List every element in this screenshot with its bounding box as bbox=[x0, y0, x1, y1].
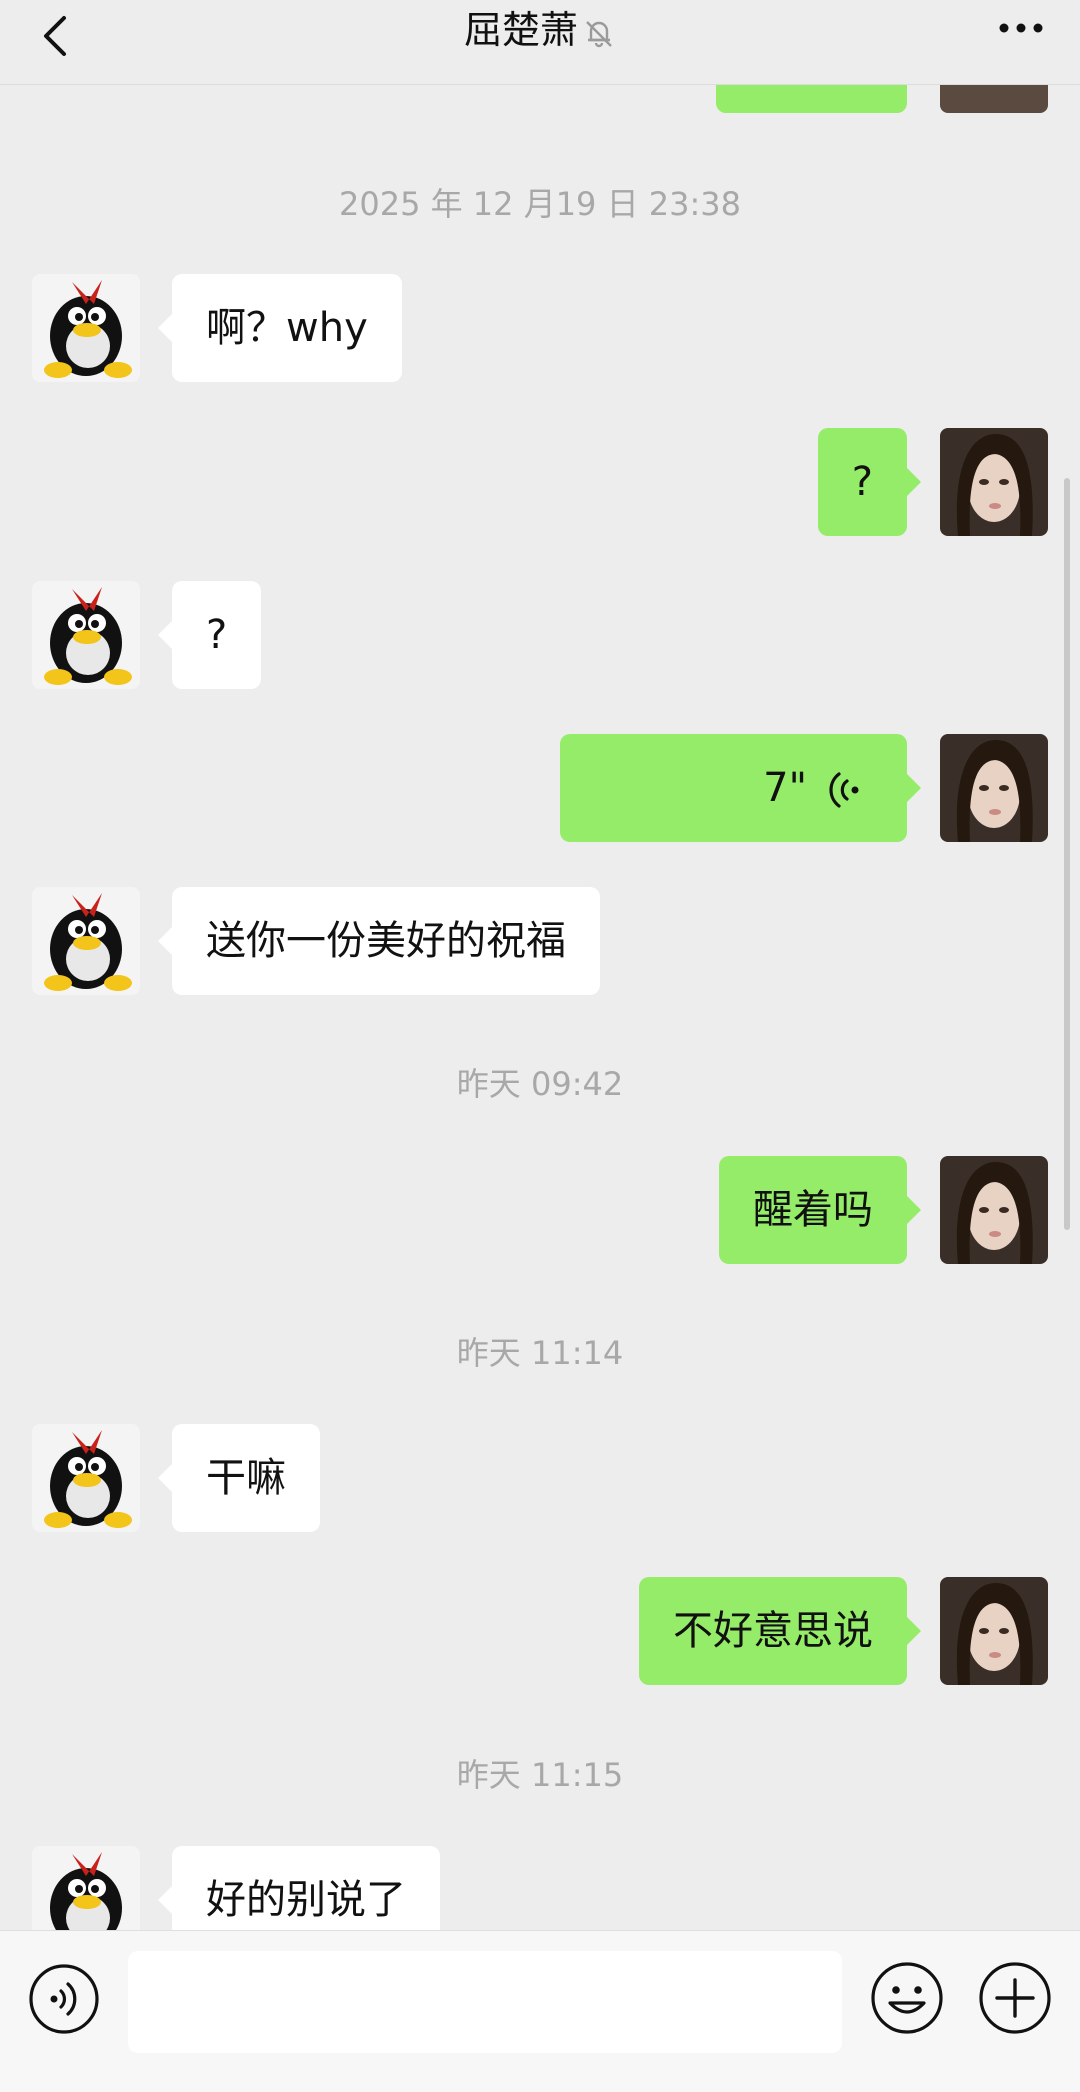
message-row-outgoing: ? bbox=[0, 428, 1080, 536]
self-avatar[interactable] bbox=[940, 734, 1048, 842]
self-avatar[interactable] bbox=[940, 1156, 1048, 1264]
self-avatar[interactable] bbox=[940, 428, 1048, 536]
timestamp: 昨天 11:15 bbox=[456, 1756, 624, 1794]
incoming-bubble[interactable]: 啊？why bbox=[158, 274, 402, 382]
outgoing-bubble[interactable]: ? bbox=[817, 428, 922, 536]
penguin-icon bbox=[32, 887, 140, 995]
timestamp: 2025 年 12 月19 日 23:38 bbox=[339, 185, 741, 223]
plus-icon[interactable] bbox=[978, 1961, 1052, 2035]
message-row-incoming: 干嘛 bbox=[0, 1424, 1080, 1532]
outgoing-bubble[interactable]: 醒着吗 bbox=[719, 1156, 921, 1264]
voice-input-icon[interactable] bbox=[28, 1963, 100, 2035]
incoming-bubble[interactable]: 送你一份美好的祝福 bbox=[158, 887, 600, 995]
input-bar bbox=[0, 1930, 1080, 2092]
contact-avatar[interactable] bbox=[32, 1846, 140, 1930]
message-row-incoming: 啊？why bbox=[0, 274, 1080, 382]
portrait-icon bbox=[940, 1156, 1048, 1264]
penguin-icon bbox=[32, 1424, 140, 1532]
voice-duration: 7" bbox=[763, 765, 807, 811]
message-row-outgoing: 不好意思说 bbox=[0, 1577, 1080, 1685]
message-row-incoming: 送你一份美好的祝福 bbox=[0, 887, 1080, 995]
penguin-icon bbox=[32, 581, 140, 689]
message-row-incoming: ? bbox=[0, 581, 1080, 689]
portrait-icon bbox=[940, 1577, 1048, 1685]
voice-message-bubble[interactable]: 7" bbox=[560, 734, 921, 842]
outgoing-bubble[interactable]: 不好意思说 bbox=[639, 1577, 921, 1685]
chat-title-wrap: 屈楚萧 bbox=[0, 6, 1080, 54]
portrait-icon bbox=[940, 428, 1048, 536]
chat-header: 屈楚萧 bbox=[0, 0, 1080, 85]
bell-off-icon bbox=[586, 20, 612, 47]
chat-title: 屈楚萧 bbox=[463, 8, 578, 52]
message-row-outgoing: 醒着吗 bbox=[0, 1156, 1080, 1264]
message-row-outgoing-voice: 7" bbox=[0, 734, 1080, 842]
contact-avatar[interactable] bbox=[32, 887, 140, 995]
incoming-bubble[interactable]: 好的别说了 bbox=[158, 1846, 440, 1930]
contact-avatar[interactable] bbox=[32, 581, 140, 689]
incoming-bubble[interactable]: ? bbox=[157, 581, 262, 689]
self-avatar[interactable] bbox=[940, 1577, 1048, 1685]
message-row-incoming: 好的别说了 bbox=[0, 1846, 1080, 1930]
timestamp: 昨天 11:14 bbox=[456, 1334, 624, 1372]
emoji-icon[interactable] bbox=[870, 1961, 944, 2035]
voice-wave-icon bbox=[829, 772, 859, 808]
contact-avatar[interactable] bbox=[32, 274, 140, 382]
incoming-bubble[interactable]: 干嘛 bbox=[158, 1424, 320, 1532]
penguin-icon bbox=[32, 1846, 140, 1930]
portrait-icon bbox=[940, 734, 1048, 842]
more-dots-icon[interactable] bbox=[996, 14, 1046, 42]
contact-avatar[interactable] bbox=[32, 1424, 140, 1532]
timestamp: 昨天 09:42 bbox=[456, 1065, 624, 1103]
message-input[interactable] bbox=[128, 1951, 842, 2053]
penguin-icon bbox=[32, 274, 140, 382]
scrollbar[interactable] bbox=[1064, 478, 1070, 1230]
